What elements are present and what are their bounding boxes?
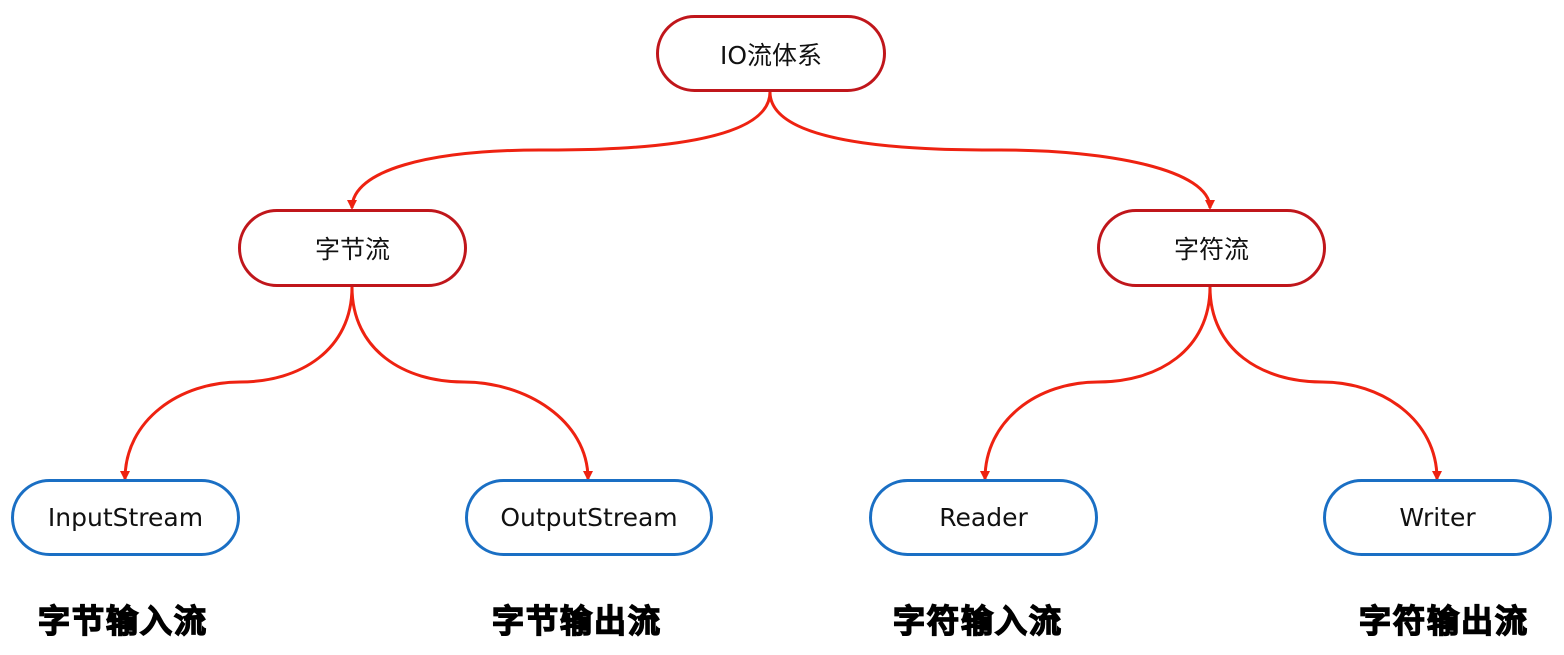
inputstream-label: InputStream [47,503,204,532]
connector-char-stream-to-writer [1208,286,1442,481]
byte-output-stream-caption: 字节输出流 [491,601,663,640]
byte-stream-label: 字节流 [314,235,390,264]
reader-node: Reader [869,479,1098,556]
writer-node: Writer [1323,479,1552,556]
root-node-label: IO流体系 [719,40,823,70]
char-output-stream-caption: 字符输出流 [1358,601,1530,640]
writer-label: Writer [1399,503,1476,532]
outputstream-label: OutputStream [500,503,678,532]
connector-byte-stream-to-inputstream [120,286,354,481]
byte-input-stream-caption: 字节输入流 [37,601,209,640]
byte-stream-node: 字节流 [238,209,467,287]
connector-root-to-byte-stream [347,91,772,210]
char-input-stream-caption: 字符输入流 [892,601,1064,640]
connector-layer [120,91,1442,481]
connector-byte-stream-to-outputstream [350,286,593,481]
char-stream-node: 字符流 [1097,209,1326,287]
connector-root-to-char-stream [768,91,1215,210]
char-stream-label: 字符流 [1173,235,1249,264]
reader-label: Reader [939,503,1028,532]
inputstream-node: InputStream [11,479,240,556]
root-node: IO流体系 [656,15,886,92]
outputstream-node: OutputStream [465,479,713,556]
connector-char-stream-to-reader [980,286,1212,481]
